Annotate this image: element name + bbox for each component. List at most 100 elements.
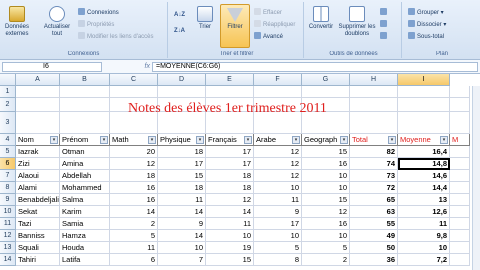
column-header-b[interactable]: B	[60, 74, 110, 86]
table-cell[interactable]: 15	[206, 254, 254, 266]
dissocier-button[interactable]: Dissocier ▾	[408, 20, 446, 30]
connexions-button[interactable]: Connexions	[78, 8, 119, 18]
table-header-total[interactable]: Total ▾	[350, 134, 398, 146]
cell[interactable]	[398, 98, 450, 112]
row-header-2[interactable]: 2	[0, 98, 16, 112]
table-cell[interactable]: 10	[302, 182, 350, 194]
table-cell[interactable]: Amina	[60, 158, 110, 170]
table-cell[interactable]: Iazrak	[16, 146, 60, 158]
cell[interactable]	[60, 86, 110, 98]
table-cell[interactable]: 15	[158, 170, 206, 182]
cell[interactable]	[302, 86, 350, 98]
table-cell[interactable]: 12	[110, 158, 158, 170]
table-header-geograph[interactable]: Geograph ▾	[302, 134, 350, 146]
row-header-12[interactable]: 12	[0, 230, 16, 242]
table-cell[interactable]: 5	[254, 242, 302, 254]
row-header-4[interactable]: 4	[0, 134, 16, 146]
table-cell[interactable]: 16,4	[398, 146, 450, 158]
cell[interactable]	[110, 86, 158, 98]
proprietes-button[interactable]: Propriétés	[78, 20, 114, 30]
filter-dropdown-icon[interactable]: ▾	[196, 136, 204, 144]
sous-total-button[interactable]: Sous-total	[408, 32, 444, 42]
table-cell[interactable]: 7,2	[398, 254, 450, 266]
table-header-français[interactable]: Français ▾	[206, 134, 254, 146]
sort-za-button[interactable]: Z↓A	[174, 26, 185, 36]
table-cell[interactable]: 17	[254, 218, 302, 230]
table-cell[interactable]: 19	[206, 242, 254, 254]
table-cell[interactable]: 8	[254, 254, 302, 266]
table-cell[interactable]: Otman	[60, 146, 110, 158]
row-header-7[interactable]: 7	[0, 170, 16, 182]
cell[interactable]	[254, 86, 302, 98]
filter-dropdown-icon[interactable]: ▾	[440, 136, 448, 144]
row-header-11[interactable]: 11	[0, 218, 16, 230]
table-cell[interactable]: 17	[158, 158, 206, 170]
supprimer-doublons-button[interactable]: Supprimer les doublons	[338, 6, 376, 46]
cell[interactable]	[60, 112, 110, 134]
table-cell[interactable]: 6	[110, 254, 158, 266]
row-header-8[interactable]: 8	[0, 182, 16, 194]
table-cell[interactable]: 10	[254, 230, 302, 242]
table-cell[interactable]: 7	[158, 254, 206, 266]
row-header-13[interactable]: 13	[0, 242, 16, 254]
table-cell[interactable]: 10	[254, 182, 302, 194]
column-header-f[interactable]: F	[254, 74, 302, 86]
row-header-3[interactable]: 3	[0, 112, 16, 134]
table-cell[interactable]	[450, 170, 470, 182]
filter-dropdown-icon[interactable]: ▾	[388, 136, 396, 144]
filter-dropdown-icon[interactable]: ▾	[244, 136, 252, 144]
table-cell[interactable]: 16	[302, 218, 350, 230]
table-cell[interactable]: 9,8	[398, 230, 450, 242]
table-cell[interactable]: 14,4	[398, 182, 450, 194]
table-header-physique[interactable]: Physique ▾	[158, 134, 206, 146]
table-cell[interactable]: Mohammed	[60, 182, 110, 194]
table-cell[interactable]: 14,8	[398, 158, 450, 170]
avance-button[interactable]: Avancé	[254, 32, 283, 42]
table-cell[interactable]: 10	[398, 242, 450, 254]
cell[interactable]	[398, 86, 450, 98]
table-cell[interactable]: 74	[350, 158, 398, 170]
table-header-moyenne[interactable]: Moyenne ▾	[398, 134, 450, 146]
table-cell[interactable]: 50	[350, 242, 398, 254]
table-cell[interactable]: 17	[206, 146, 254, 158]
cell[interactable]	[450, 112, 470, 134]
table-cell[interactable]: 5	[110, 230, 158, 242]
table-cell[interactable]: 16	[302, 158, 350, 170]
table-cell[interactable]: 10	[302, 170, 350, 182]
table-cell[interactable]: 14	[158, 206, 206, 218]
table-cell[interactable]: 12	[302, 206, 350, 218]
table-cell[interactable]: 14,6	[398, 170, 450, 182]
table-cell[interactable]: 10	[206, 230, 254, 242]
table-cell[interactable]: Alaoui	[16, 170, 60, 182]
table-cell[interactable]: 18	[110, 170, 158, 182]
table-cell[interactable]: 73	[350, 170, 398, 182]
validation-button[interactable]	[380, 8, 389, 18]
table-cell[interactable]: 16	[110, 182, 158, 194]
table-cell[interactable]: 12	[254, 146, 302, 158]
table-header-math[interactable]: Math ▾	[110, 134, 158, 146]
cell[interactable]	[350, 86, 398, 98]
table-cell[interactable]: 12	[254, 170, 302, 182]
vertical-scrollbar[interactable]	[472, 86, 480, 270]
row-header-14[interactable]: 14	[0, 254, 16, 266]
table-cell[interactable]: 13	[398, 194, 450, 206]
sort-az-button[interactable]: A↓Z	[174, 10, 185, 20]
row-header-6[interactable]: 6	[0, 158, 16, 170]
table-cell[interactable]: 15	[302, 194, 350, 206]
table-cell[interactable]: Tazi	[16, 218, 60, 230]
table-cell[interactable]: Banniss	[16, 230, 60, 242]
table-cell[interactable]: 10	[158, 242, 206, 254]
convertir-button[interactable]: Convertir	[306, 6, 336, 46]
row-header-5[interactable]: 5	[0, 146, 16, 158]
column-header-i[interactable]: I	[398, 74, 450, 86]
table-cell[interactable]: 17	[206, 158, 254, 170]
reappliquer-button[interactable]: Réappliquer	[254, 20, 295, 30]
trier-button[interactable]: Trier	[190, 6, 220, 46]
column-header-e[interactable]: E	[206, 74, 254, 86]
effacer-button[interactable]: Effacer	[254, 8, 282, 18]
cell[interactable]	[158, 86, 206, 98]
table-cell[interactable]: Alami	[16, 182, 60, 194]
cell[interactable]	[16, 86, 60, 98]
table-cell[interactable]	[450, 146, 470, 158]
cell[interactable]	[60, 98, 110, 112]
